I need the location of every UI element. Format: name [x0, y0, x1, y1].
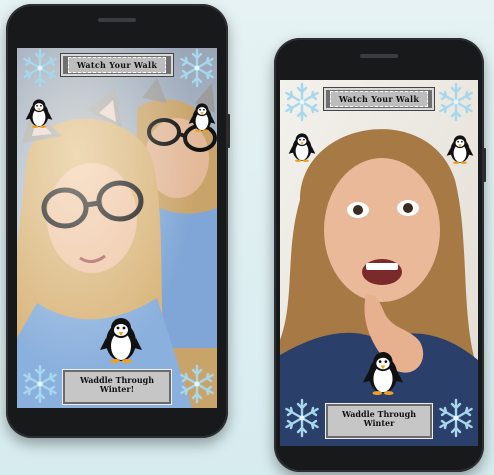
snowflake-icon: [285, 398, 319, 438]
snowflake-icon: [23, 48, 57, 88]
speaker-grille: [360, 54, 398, 58]
penguin-icon: [362, 352, 404, 395]
penguin-icon: [100, 318, 142, 363]
top-banner-text: Watch Your Walk: [67, 57, 167, 73]
right-phone: Watch Your Walk Waddle Through Winter: [274, 38, 486, 472]
top-banner: Watch Your Walk: [60, 53, 174, 77]
top-banner-text: Watch Your Walk: [329, 91, 429, 107]
penguin-icon: [25, 99, 53, 128]
snowflake-icon: [439, 82, 473, 122]
bottom-banner: Waddle Through Winter: [325, 403, 433, 439]
left-phone: Watch Your Walk Waddle Through Winter!: [6, 4, 230, 438]
snowflake-icon: [180, 48, 214, 88]
power-button: [227, 114, 230, 148]
bottom-banner-line2: Winter!: [99, 384, 135, 395]
power-button: [483, 148, 486, 182]
bottom-banner: Waddle Through Winter!: [62, 369, 172, 405]
snowflake-icon: [439, 398, 473, 438]
left-phone-screen: Watch Your Walk Waddle Through Winter!: [17, 48, 217, 408]
snowflake-icon: [180, 364, 214, 404]
penguin-icon: [288, 133, 316, 162]
snowflake-icon: [23, 364, 57, 404]
bottom-banner-line2: Winter: [363, 418, 395, 429]
top-banner: Watch Your Walk: [323, 87, 435, 111]
penguin-icon: [446, 135, 474, 164]
right-phone-screen: Watch Your Walk Waddle Through Winter: [280, 80, 478, 446]
snowflake-icon: [285, 82, 319, 122]
penguin-icon: [188, 103, 216, 132]
speaker-grille: [98, 18, 136, 22]
